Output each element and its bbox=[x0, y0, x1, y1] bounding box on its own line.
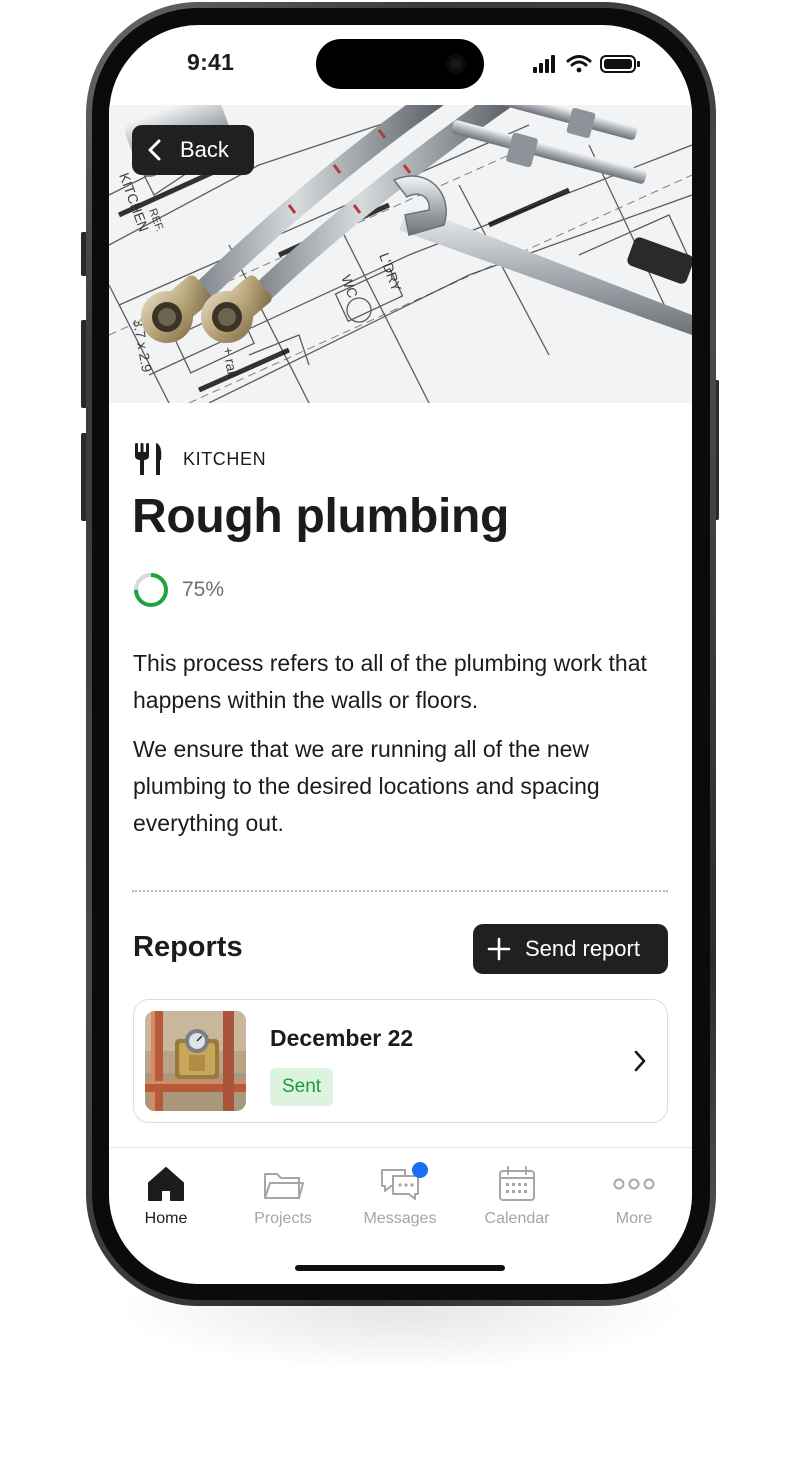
tab-calendar[interactable]: Calendar bbox=[467, 1164, 567, 1228]
report-date: December 22 bbox=[270, 1025, 414, 1051]
tab-home[interactable]: Home bbox=[116, 1164, 216, 1228]
report-thumbnail bbox=[145, 1011, 246, 1111]
chevron-left-icon bbox=[148, 139, 161, 161]
task-category: KITCHEN bbox=[133, 442, 266, 476]
tab-messages[interactable]: Messages bbox=[350, 1162, 450, 1228]
tab-label: Calendar bbox=[484, 1210, 550, 1227]
wifi-icon bbox=[566, 55, 592, 73]
dynamic-island bbox=[316, 39, 484, 89]
reports-heading: Reports bbox=[133, 931, 243, 963]
more-icon bbox=[613, 1178, 655, 1190]
tab-more[interactable]: More bbox=[584, 1164, 684, 1228]
signal-icon bbox=[533, 55, 555, 73]
report-list-item[interactable]: December 22 Sent bbox=[133, 999, 668, 1123]
status-icons bbox=[533, 55, 640, 73]
category-label: KITCHEN bbox=[183, 448, 267, 469]
fork-knife-icon bbox=[135, 443, 162, 475]
description-paragraph: We ensure that we are running all of the… bbox=[133, 736, 600, 836]
status-time: 9:41 bbox=[187, 49, 235, 75]
plus-icon bbox=[487, 937, 511, 961]
back-button-label: Back bbox=[180, 137, 229, 162]
tab-bar: Home Projects Messages Calendar More bbox=[109, 1147, 692, 1284]
description-paragraph: This process refers to all of the plumbi… bbox=[133, 650, 647, 713]
tab-label: Messages bbox=[363, 1210, 437, 1227]
folder-icon bbox=[264, 1173, 304, 1199]
tab-label: Projects bbox=[254, 1210, 312, 1227]
progress-ring bbox=[134, 573, 168, 607]
front-camera bbox=[446, 54, 466, 74]
progress-indicator: 75% bbox=[132, 571, 224, 609]
home-indicator bbox=[295, 1265, 505, 1271]
send-report-label: Send report bbox=[525, 936, 640, 961]
calendar-icon bbox=[499, 1166, 535, 1201]
tab-label: Home bbox=[144, 1210, 188, 1227]
tab-label: More bbox=[615, 1210, 653, 1227]
phone-screen: 9:41 KITCHEN L'DRY WC 3.7 x 2.9 s + rail… bbox=[109, 25, 692, 1284]
status-badge: Sent bbox=[270, 1068, 334, 1106]
progress-label: 75% bbox=[182, 578, 225, 601]
page-title: Rough plumbing bbox=[132, 490, 510, 543]
chevron-right-icon bbox=[634, 1050, 646, 1072]
section-divider bbox=[132, 890, 668, 892]
home-icon bbox=[148, 1167, 184, 1201]
battery-icon bbox=[600, 55, 640, 73]
notification-badge bbox=[412, 1162, 428, 1178]
back-button[interactable]: Back bbox=[132, 125, 254, 175]
tab-projects[interactable]: Projects bbox=[233, 1164, 333, 1228]
send-report-button[interactable]: Send report bbox=[473, 924, 668, 974]
task-description: This process refers to all of the plumbi… bbox=[133, 645, 673, 842]
